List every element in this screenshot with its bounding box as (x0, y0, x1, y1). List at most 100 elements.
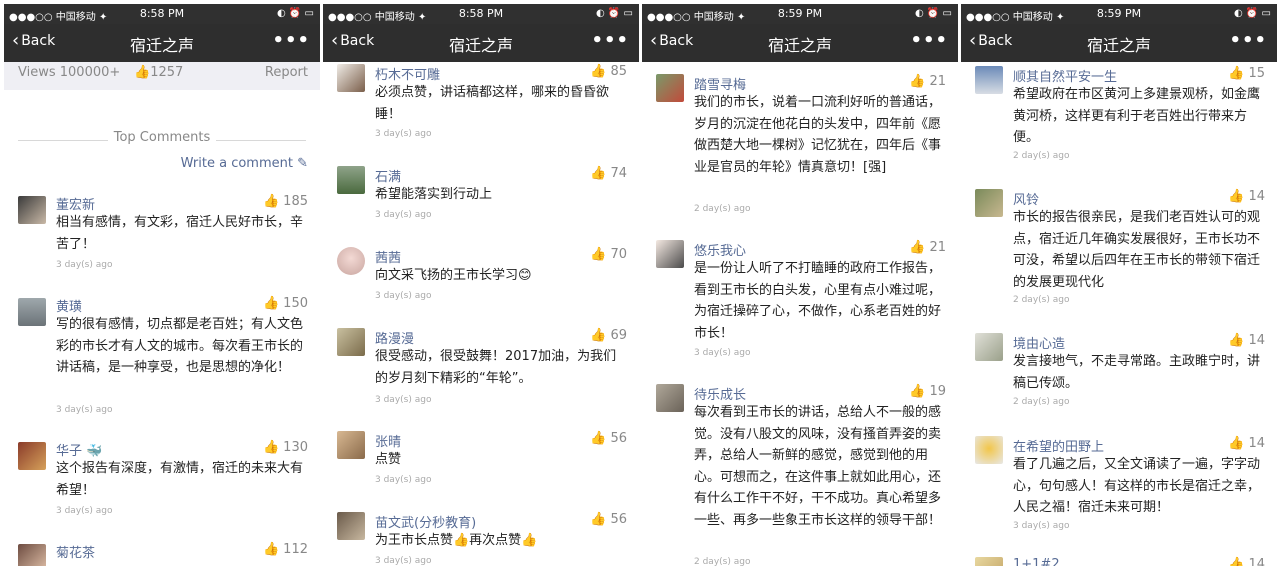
commenter-name[interactable]: 苗文武(分秒教育) (375, 512, 476, 531)
comment-time: 2 day(s) ago (1013, 397, 1070, 407)
status-bar: ●●●○○ 中国移动 ✦ 8:59 PM ◐ ⏰ ▭ (642, 4, 958, 24)
avatar[interactable] (18, 442, 46, 470)
commenter-name[interactable]: 在希望的田野上 (1013, 436, 1104, 455)
thumb-up-icon: 👍 (1228, 436, 1245, 451)
more-options-icon[interactable]: ••• (1229, 30, 1267, 51)
like-button[interactable]: 👍 185 (263, 194, 308, 209)
commenter-name[interactable]: 1+1#2 (1013, 557, 1060, 566)
write-comment-button[interactable]: Write a comment ✎ (181, 156, 308, 171)
commenter-name[interactable]: 悠乐我心 (694, 240, 746, 259)
like-button[interactable]: 👍 21 (909, 240, 946, 255)
like-button[interactable]: 👍 56 (590, 431, 627, 446)
comment-text: 是一份让人听了不打瞌睡的政府工作报告，看到王市长的白头发，心里有点小难过呢，为宿… (694, 261, 942, 341)
avatar[interactable] (18, 298, 46, 326)
report-link[interactable]: Report (265, 65, 308, 80)
avatar[interactable] (337, 328, 365, 356)
thumb-up-icon: 👍 (590, 512, 607, 527)
commenter-name[interactable]: 路漫漫 (375, 328, 414, 347)
status-time: 8:58 PM (139, 7, 185, 20)
commenter-name[interactable]: 顺其自然平安一生 (1013, 66, 1117, 85)
phone-screen-4: ●●●○○ 中国移动 ✦ 8:59 PM ◐ ⏰ ▭ ‹ Back 宿迁之声 ••… (961, 4, 1277, 566)
avatar[interactable] (18, 196, 46, 224)
status-icons: ◐ ⏰ ▭ (277, 8, 314, 19)
comment-time: 3 day(s) ago (375, 210, 432, 220)
thumb-up-icon: 👍 (1228, 189, 1245, 204)
avatar[interactable] (337, 431, 365, 459)
comments-content: 朽木不可雕 👍 85 必须点赞，讲话稿都这样，哪来的昏昏欲睡！ 3 day(s) … (323, 62, 639, 566)
more-options-icon[interactable]: ••• (272, 30, 310, 51)
avatar[interactable] (337, 247, 365, 275)
commenter-name[interactable]: 待乐成长 (694, 384, 746, 403)
like-button[interactable]: 👍 14 (1228, 436, 1265, 451)
like-button[interactable]: 👍 70 (590, 247, 627, 262)
commenter-name[interactable]: 华子 🐳 (56, 440, 102, 459)
commenter-name[interactable]: 风铃 (1013, 189, 1039, 208)
comment-text: 发言接地气，不走寻常路。主政睢宁时，讲稿已传颂。 (1013, 354, 1261, 391)
like-button[interactable]: 👍 14 (1228, 333, 1265, 348)
comment-text: 希望政府在市区黄河上多建景观桥，如金鹰黄河桥，这样更有利于老百姓出行带来方便。 (1013, 87, 1261, 145)
thumb-up-icon: 👍 (262, 194, 280, 209)
avatar[interactable] (975, 66, 1003, 94)
comment-text: 写的很有感情，切点都是老百姓；有人文色彩的市长才有人文的城市。每次看王市长的讲话… (56, 317, 304, 375)
like-button[interactable]: 👍 15 (1228, 66, 1265, 81)
commenter-name[interactable]: 董宏新 (56, 194, 95, 213)
avatar[interactable] (337, 512, 365, 540)
like-button[interactable]: 👍 74 (590, 166, 627, 181)
avatar[interactable] (656, 74, 684, 102)
phone-screen-3: ●●●○○ 中国移动 ✦ 8:59 PM ◐ ⏰ ▭ ‹ Back 宿迁之声 ••… (642, 4, 958, 566)
thumb-up-icon: 👍 (1228, 333, 1245, 348)
like-button[interactable]: 👍 130 (263, 440, 308, 455)
avatar[interactable] (975, 557, 1003, 566)
thumb-up-icon: 👍 (590, 64, 607, 79)
commenter-name[interactable]: 朽木不可雕 (375, 64, 440, 83)
like-button[interactable]: 👍 14 (1228, 557, 1265, 566)
comment-text: 为王市长点赞👍再次点赞👍 (375, 533, 538, 548)
avatar[interactable] (337, 166, 365, 194)
thumb-up-icon: 👍 (262, 440, 280, 455)
comment-text: 每次看到王市长的讲话，总给人不一般的感觉。没有八股文的风味，没有搔首弄姿的卖弄，… (694, 405, 942, 528)
comment-time: 3 day(s) ago (694, 348, 751, 358)
commenter-name[interactable]: 菊花茶 (56, 542, 95, 561)
comment-text: 很受感动，很受鼓舞！2017加油，为我们的岁月刻下精彩的“年轮”。 (375, 349, 617, 386)
article-stats: Views 100000+ 👍1257 Report (4, 62, 320, 90)
avatar[interactable] (975, 333, 1003, 361)
commenter-name[interactable]: 石满 (375, 166, 401, 185)
comment-time: 3 day(s) ago (375, 395, 432, 405)
comment-text: 必须点赞，讲话稿都这样，哪来的昏昏欲睡！ (375, 85, 610, 122)
phone-screen-1: ●●●○○ 中国移动 ✦ 8:58 PM ◐ ⏰ ▭ ‹ Back 宿迁之声 ••… (4, 4, 320, 566)
like-button[interactable]: 👍 21 (909, 74, 946, 89)
article-likes[interactable]: 👍1257 (134, 65, 183, 80)
commenter-name[interactable]: 踏雪寻梅 (694, 74, 746, 93)
avatar[interactable] (337, 64, 365, 92)
commenter-name[interactable]: 茜茜 (375, 247, 401, 266)
like-button[interactable]: 👍 14 (1228, 189, 1265, 204)
thumb-up-icon: 👍 (262, 542, 280, 557)
top-comments-heading: Top Comments (113, 130, 211, 145)
thumb-up-icon: 👍 (590, 431, 607, 446)
thumb-up-icon: 👍 (909, 384, 926, 399)
like-button[interactable]: 👍 150 (263, 296, 308, 311)
avatar[interactable] (975, 436, 1003, 464)
like-button[interactable]: 👍 19 (909, 384, 946, 399)
more-options-icon[interactable]: ••• (591, 30, 629, 51)
thumb-up-icon: 👍 (1228, 557, 1245, 566)
comment-time: 3 day(s) ago (375, 475, 432, 485)
avatar[interactable] (975, 189, 1003, 217)
thumb-up-icon: 👍 (1228, 66, 1245, 81)
like-button[interactable]: 👍 56 (590, 512, 627, 527)
avatar[interactable] (18, 544, 46, 566)
avatar[interactable] (656, 384, 684, 412)
like-button[interactable]: 👍 112 (263, 542, 308, 557)
comments-content: Views 100000+ 👍1257 Report Top Comments … (4, 62, 320, 566)
comments-content: 顺其自然平安一生 👍 15 希望政府在市区黄河上多建景观桥，如金鹰黄河桥，这样更有… (961, 62, 1277, 566)
status-icons: ◐ ⏰ ▭ (596, 8, 633, 19)
like-button[interactable]: 👍 69 (590, 328, 627, 343)
commenter-name[interactable]: 张晴 (375, 431, 401, 450)
comment-time: 3 day(s) ago (56, 260, 113, 270)
comment-time: 3 day(s) ago (375, 291, 432, 301)
commenter-name[interactable]: 境由心造 (1013, 333, 1065, 352)
commenter-name[interactable]: 黄璜 (56, 296, 82, 315)
more-options-icon[interactable]: ••• (910, 30, 948, 51)
avatar[interactable] (656, 240, 684, 268)
like-button[interactable]: 👍 85 (590, 64, 627, 79)
